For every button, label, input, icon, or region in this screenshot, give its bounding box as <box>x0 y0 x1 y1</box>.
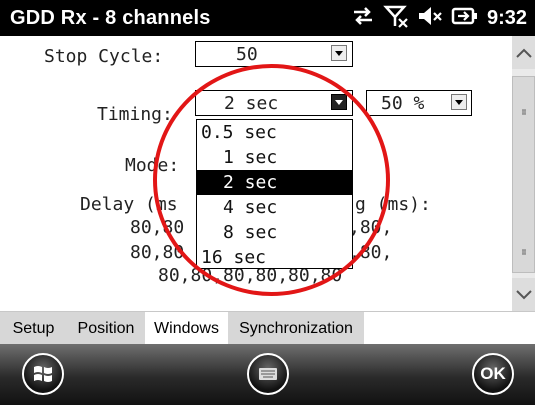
timing-option-selected[interactable]: 2 sec <box>197 170 352 195</box>
timing-dropdown-arrow-icon[interactable] <box>331 94 347 110</box>
connectivity-icon[interactable] <box>351 5 375 32</box>
timing-percent-combobox[interactable]: 50 % <box>366 90 472 116</box>
title-bar: GDD Rx - 8 channels 9:32 <box>0 0 535 36</box>
no-signal-icon[interactable] <box>383 4 409 33</box>
scroll-down-icon[interactable] <box>512 278 535 311</box>
volume-icon[interactable] <box>417 5 443 32</box>
tab-setup[interactable]: Setup <box>0 312 67 345</box>
timing-option[interactable]: 1 sec <box>197 145 352 170</box>
grip-icon <box>522 249 526 255</box>
battery-charging-icon[interactable] <box>451 6 479 31</box>
device-screen: GDD Rx - 8 channels 9:32 Stop Cycle: 50 … <box>0 0 535 405</box>
timing-combobox[interactable]: 2 sec <box>195 90 353 116</box>
status-area: 9:32 <box>351 5 527 31</box>
clock[interactable]: 9:32 <box>487 7 527 30</box>
timing-label: Timing: <box>97 104 173 125</box>
tab-windows[interactable]: Windows <box>145 312 228 345</box>
mode-label: Mode: <box>125 155 180 176</box>
stop-cycle-value: 50 <box>236 44 258 65</box>
delay-values-row2-left: 80,80 <box>130 242 185 263</box>
stop-cycle-dropdown-arrow-icon[interactable] <box>331 45 347 61</box>
delay-values-row2-right: ,80, <box>349 242 393 263</box>
ok-button[interactable]: OK <box>472 353 514 395</box>
delay-label-suffix: g (ms): <box>355 194 431 215</box>
timing-percent-value: 50 % <box>381 93 425 114</box>
grip-icon <box>522 109 526 115</box>
tab-synchronization[interactable]: Synchronization <box>228 312 364 345</box>
windows-start-icon[interactable] <box>22 353 64 395</box>
scrollbar-thumb[interactable] <box>512 76 535 273</box>
bottom-command-bar: OK <box>0 344 535 405</box>
keyboard-icon[interactable] <box>247 353 289 395</box>
tab-bar: Setup Position Windows Synchronization <box>0 311 535 345</box>
delay-values-row1-left: 80,80 <box>130 217 185 238</box>
delay-values-row1-right: ,80, <box>349 217 393 238</box>
tab-position[interactable]: Position <box>67 312 145 345</box>
vertical-scrollbar[interactable] <box>512 36 535 311</box>
timing-dropdown-list[interactable]: 0.5 sec 1 sec 2 sec 4 sec 8 sec 16 sec <box>196 119 353 269</box>
stop-cycle-label: Stop Cycle: <box>44 46 164 67</box>
timing-option[interactable]: 4 sec <box>197 195 352 220</box>
app-title: GDD Rx - 8 channels <box>10 7 211 29</box>
stop-cycle-combobox[interactable]: 50 <box>195 41 353 67</box>
timing-option[interactable]: 16 sec <box>197 245 352 270</box>
timing-percent-dropdown-arrow-icon[interactable] <box>451 94 467 110</box>
scroll-up-icon[interactable] <box>512 36 535 69</box>
delay-label: Delay (ms <box>80 194 178 215</box>
timing-option[interactable]: 8 sec <box>197 220 352 245</box>
timing-option[interactable]: 0.5 sec <box>197 120 352 145</box>
timing-value: 2 sec <box>224 93 279 114</box>
